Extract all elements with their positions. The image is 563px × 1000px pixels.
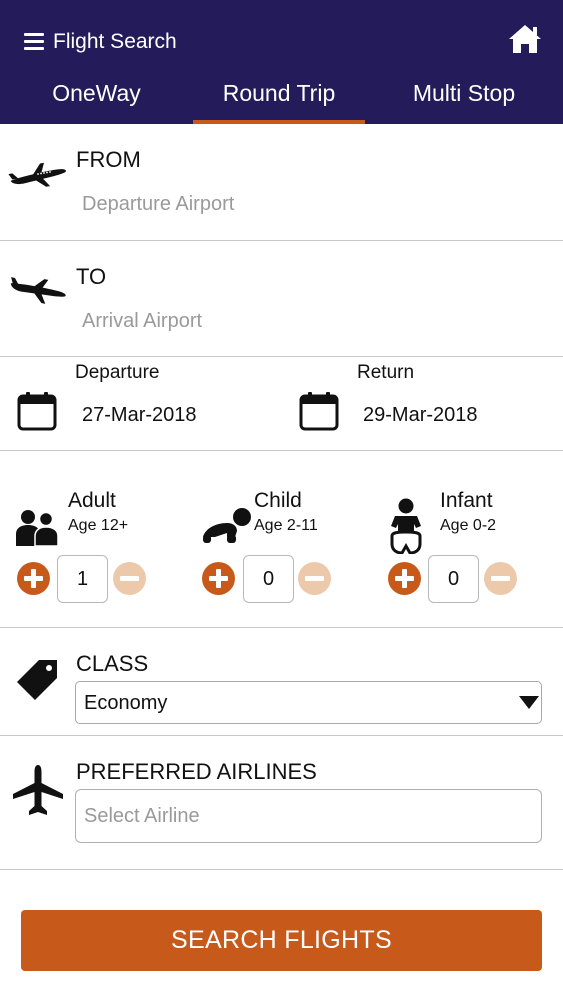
- from-section[interactable]: FROM: [0, 124, 563, 241]
- to-label: TO: [76, 264, 107, 289]
- chevron-down-icon: [519, 696, 539, 709]
- child-decrement-button[interactable]: [298, 562, 331, 595]
- tab-multi-stop[interactable]: Multi Stop: [365, 72, 563, 124]
- tab-round-trip[interactable]: Round Trip: [193, 72, 365, 124]
- passengers-section: Adult Age 12+ 1 Child Age 2-11 0 Infant …: [0, 451, 563, 628]
- infant-title: Infant: [440, 489, 493, 512]
- infant-icon: [390, 498, 422, 554]
- infant-age: Age 0-2: [440, 517, 497, 534]
- adult-icon: [16, 510, 59, 546]
- plane-takeoff-icon: [8, 162, 66, 187]
- airplane-icon: [13, 765, 63, 815]
- adult-title: Adult: [68, 489, 116, 512]
- trip-type-tabs: OneWay Round Trip Multi Stop: [0, 72, 563, 124]
- class-selected-value: Economy: [84, 692, 168, 714]
- preferred-airlines-label: PREFERRED AIRLINES: [76, 759, 317, 784]
- class-section: CLASS Economy: [0, 628, 563, 736]
- adult-count: 1: [57, 555, 108, 603]
- dates-section: Departure 27-Mar-2018 Return 29-Mar-2018: [0, 357, 563, 451]
- calendar-icon[interactable]: [17, 391, 57, 431]
- infant-count: 0: [428, 555, 479, 603]
- arrival-airport-input[interactable]: [82, 310, 522, 333]
- child-count: 0: [243, 555, 294, 603]
- plane-landing-icon: [10, 277, 66, 304]
- home-icon[interactable]: [508, 24, 542, 54]
- departure-date-label: Departure: [75, 362, 160, 383]
- adult-age: Age 12+: [68, 517, 129, 534]
- return-date-label: Return: [357, 362, 415, 383]
- class-label: CLASS: [76, 651, 149, 676]
- app-header: Flight Search OneWay Round Trip Multi St…: [0, 0, 563, 124]
- tag-icon: [17, 660, 57, 700]
- return-date-value[interactable]: 29-Mar-2018: [363, 404, 478, 427]
- calendar-icon[interactable]: [299, 391, 339, 431]
- class-select[interactable]: Economy: [75, 681, 542, 724]
- tab-oneway[interactable]: OneWay: [0, 72, 193, 124]
- departure-date-value[interactable]: 27-Mar-2018: [82, 404, 197, 427]
- airlines-section: PREFERRED AIRLINES: [0, 736, 563, 870]
- to-section[interactable]: TO: [0, 241, 563, 357]
- infant-increment-button[interactable]: [388, 562, 421, 595]
- airline-select-input[interactable]: [75, 789, 542, 843]
- infant-decrement-button[interactable]: [484, 562, 517, 595]
- hamburger-menu-icon[interactable]: [24, 33, 44, 51]
- adult-decrement-button[interactable]: [113, 562, 146, 595]
- departure-airport-input[interactable]: [82, 193, 522, 216]
- child-title: Child: [254, 489, 302, 512]
- from-label: FROM: [76, 147, 141, 172]
- search-flights-button[interactable]: SEARCH FLIGHTS: [21, 910, 542, 971]
- page-title: Flight Search: [53, 30, 177, 53]
- child-age: Age 2-11: [254, 517, 318, 534]
- child-icon: [203, 508, 251, 543]
- adult-increment-button[interactable]: [17, 562, 50, 595]
- child-increment-button[interactable]: [202, 562, 235, 595]
